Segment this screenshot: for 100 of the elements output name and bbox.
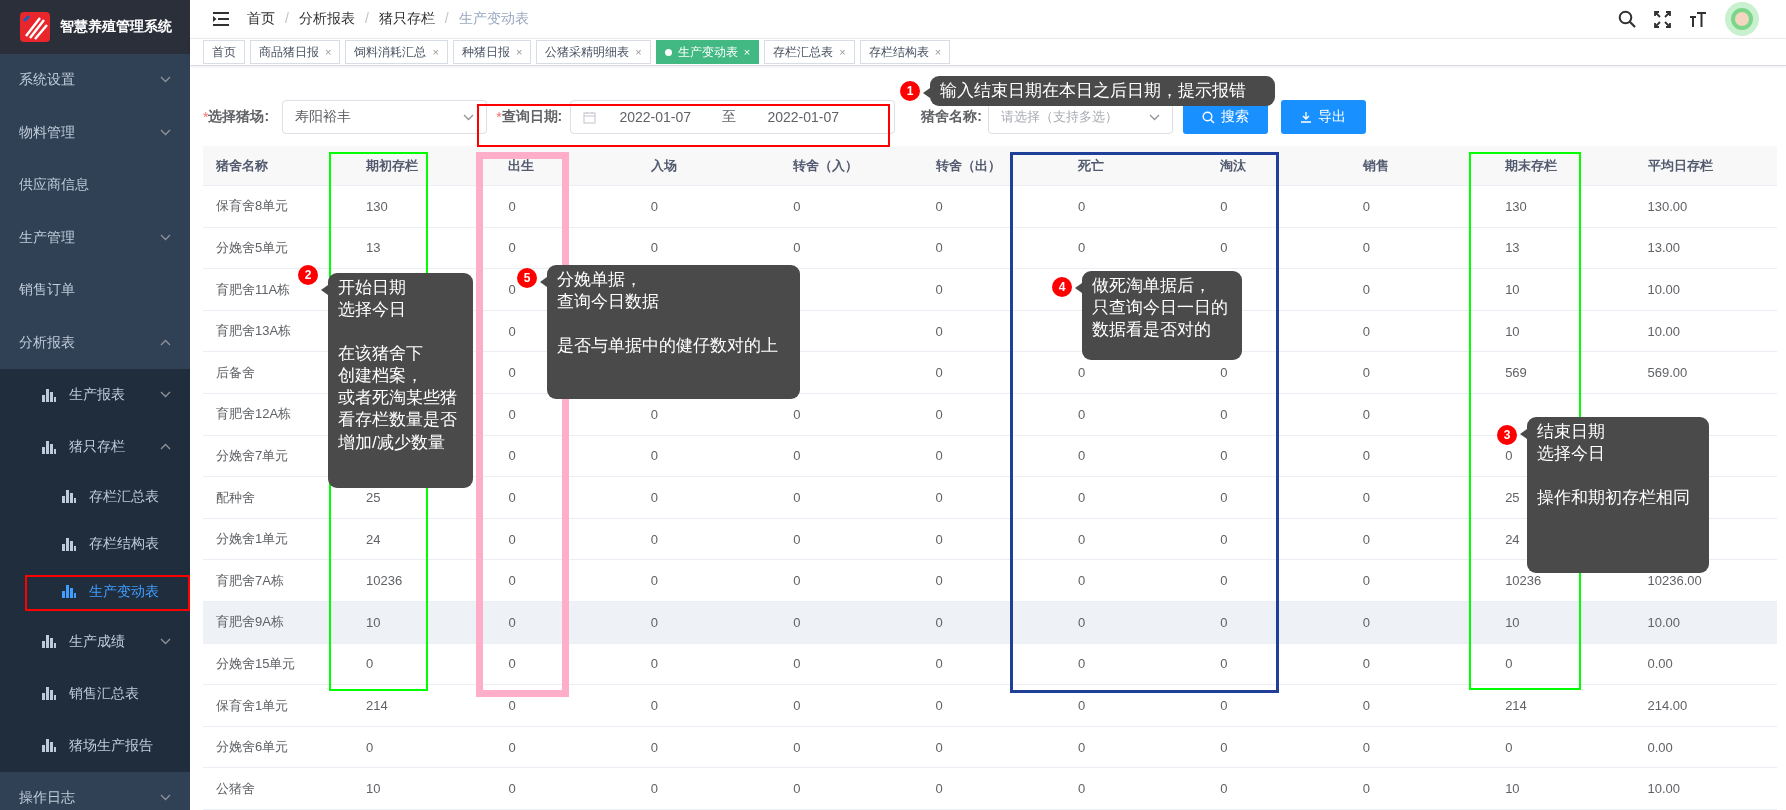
table-cell: 0	[650, 573, 658, 589]
menu-item[interactable]: 生产管理	[0, 211, 190, 264]
table-cell: 分娩舍5单元	[216, 239, 289, 257]
tab[interactable]: 商品猪日报 ×	[250, 40, 341, 65]
table-cell: 0	[793, 448, 801, 464]
table-cell: 0	[508, 282, 516, 298]
table-cell: 0	[793, 490, 801, 506]
step-badge: 2	[298, 265, 318, 285]
callout-text: 是否与单据中的健仔数对的上	[557, 335, 779, 358]
table-cell: 0	[1362, 781, 1370, 797]
table-cell: 0	[1362, 573, 1370, 589]
callout-text: 查询今日数据	[557, 291, 660, 314]
table-cell: 0	[1505, 448, 1513, 464]
menu-item[interactable]: 生产成绩	[0, 615, 190, 668]
table-cell: 0	[508, 365, 516, 381]
tab[interactable]: 首页	[203, 40, 245, 65]
table-cell: 0	[650, 448, 658, 464]
fullscreen-icon[interactable]	[1654, 10, 1671, 28]
date-range-field[interactable]: 2022-01-07 至 2022-01-07	[570, 100, 896, 135]
table-cell: 0	[508, 739, 516, 755]
table-cell: 0	[1220, 240, 1228, 256]
table-cell: 育肥舍9A栋	[216, 613, 284, 632]
breadcrumb-item[interactable]: 分析报表	[298, 10, 355, 29]
search-icon[interactable]	[1618, 10, 1636, 29]
table-cell: 0	[1362, 739, 1370, 755]
table-cell: 130	[1505, 198, 1527, 214]
breadcrumb-item: 生产变动表	[458, 10, 529, 29]
tab[interactable]: 存栏汇总表 ×	[764, 40, 855, 65]
table-cell: 0	[1077, 240, 1086, 256]
table-cell: 分娩舍6单元	[216, 738, 289, 757]
column-header: 期末存栏	[1505, 156, 1558, 175]
menu-item[interactable]: 生产变动表	[0, 568, 190, 616]
bar-chart-icon	[42, 687, 56, 700]
table-cell: 0	[935, 531, 943, 547]
tab[interactable]: 种猪日报 ×	[452, 40, 532, 65]
menu-item[interactable]: 供应商信息	[0, 159, 190, 212]
callout-text: 选择今日	[338, 299, 407, 322]
callout-text: 只查询今日一日的	[1092, 297, 1229, 320]
table-cell: 0.00	[1647, 656, 1673, 672]
table-cell: 0	[1220, 698, 1228, 713]
menu-item[interactable]: 存栏汇总表	[0, 473, 190, 521]
tab[interactable]: 公猪采精明细表 ×	[536, 40, 651, 65]
required-mark: *	[496, 109, 502, 126]
column-header: 转舍（入）	[793, 156, 859, 175]
tab[interactable]: 饲料消耗汇总 ×	[345, 40, 448, 65]
menu-item[interactable]: 存栏结构表	[0, 520, 190, 568]
text-size-icon[interactable]	[1689, 10, 1707, 28]
table-cell: 0	[935, 198, 943, 214]
table-cell: 25	[1505, 490, 1520, 506]
table-cell: 0	[1362, 698, 1370, 713]
table-cell: 0	[650, 531, 658, 547]
logo-icon	[20, 12, 50, 42]
menu-item[interactable]: 操作日志	[0, 771, 190, 810]
table-cell: 后备舍	[216, 363, 255, 382]
table-cell: 0	[793, 698, 801, 713]
menu-item[interactable]: 猪场生产报告	[0, 719, 190, 772]
table-cell: 10	[1505, 323, 1520, 339]
table-cell: 0	[793, 781, 801, 797]
farm-select[interactable]: 寿阳裕丰	[282, 100, 488, 135]
callout-text: 数据看是否对的	[1092, 319, 1212, 342]
callout-text: 增加/减少数量	[338, 431, 446, 454]
table-cell: 0	[793, 614, 801, 630]
table-cell: 0	[508, 323, 516, 339]
table-cell: 0	[650, 739, 658, 755]
breadcrumb-item[interactable]: 猪只存栏	[378, 10, 435, 29]
column-header: 猪舍名称	[216, 156, 268, 175]
table-cell: 13.00	[1647, 240, 1681, 256]
table-cell: 0	[1362, 490, 1370, 506]
menu-item[interactable]: 系统设置	[0, 54, 190, 107]
menu-item[interactable]: 销售汇总表	[0, 667, 190, 720]
step-badge: 5	[517, 268, 537, 288]
table-cell: 0	[508, 448, 516, 464]
breadcrumb-item[interactable]: 首页	[247, 10, 275, 29]
bar-chart-icon	[62, 490, 76, 504]
table-cell: 育肥舍7A栋	[216, 571, 284, 590]
table-cell: 214.00	[1647, 698, 1688, 713]
table-cell: 0	[1077, 448, 1086, 464]
table-cell: 0	[508, 573, 516, 589]
table-cell: 分娩舍15单元	[216, 654, 296, 673]
table-cell: 育肥舍12A栋	[216, 405, 292, 424]
table-cell: 10	[1505, 282, 1520, 298]
bar-chart-icon	[62, 585, 76, 599]
table-cell: 分娩舍7单元	[216, 446, 289, 465]
table-cell: 0	[1362, 365, 1370, 381]
dot-icon	[664, 48, 672, 56]
menu-item[interactable]: 生产报表	[0, 369, 190, 421]
table-cell: 0	[1220, 614, 1228, 630]
tab[interactable]: 存栏结构表 ×	[859, 40, 951, 65]
menu-item[interactable]: 物料管理	[0, 106, 190, 159]
menu-item[interactable]: 分析报表	[0, 316, 190, 369]
menu-item[interactable]: 销售订单	[0, 264, 190, 317]
table-cell: 0	[935, 614, 943, 630]
chevron-down-icon	[160, 391, 171, 398]
table-cell: 0	[1077, 656, 1086, 672]
menu-item[interactable]: 猪只存栏	[0, 421, 190, 473]
table-cell: 0	[1362, 448, 1370, 464]
chevron-down-icon	[160, 793, 171, 801]
menu-icon[interactable]	[213, 12, 229, 27]
table-cell: 配种舍	[216, 488, 255, 507]
table-cell: 公猪舍	[216, 779, 255, 798]
